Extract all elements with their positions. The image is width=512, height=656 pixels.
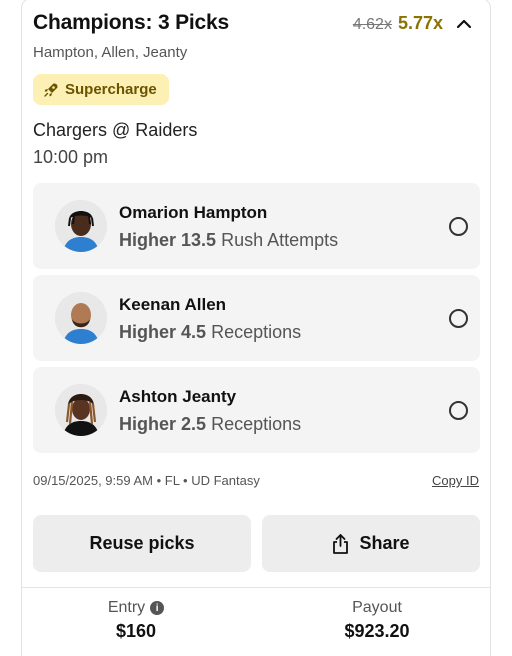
supercharge-badge: Supercharge bbox=[33, 74, 169, 105]
card-header[interactable]: Champions: 3 Picks 4.62x 5.77x bbox=[33, 11, 479, 41]
pick-value: 2.5 bbox=[181, 414, 207, 434]
entry-label-row: Entry i bbox=[36, 599, 236, 617]
rocket-icon bbox=[44, 83, 58, 97]
reuse-picks-button[interactable]: Reuse picks bbox=[33, 515, 251, 572]
chevron-up-icon[interactable] bbox=[455, 15, 473, 33]
pick-status-radio[interactable] bbox=[449, 217, 468, 236]
player-headshot-icon bbox=[55, 292, 107, 344]
payout-label: Payout bbox=[352, 599, 402, 616]
player-headshot-icon bbox=[55, 200, 107, 252]
payout-label-row: Payout bbox=[277, 599, 477, 617]
pick-line: Higher 4.5 Receptions bbox=[119, 322, 301, 343]
reuse-picks-label: Reuse picks bbox=[89, 533, 195, 553]
pick-direction: Higher bbox=[119, 414, 177, 434]
player-name: Omarion Hampton bbox=[119, 203, 268, 222]
pick-direction: Higher bbox=[119, 230, 177, 250]
entry-summary: Entry i $160 bbox=[36, 599, 236, 642]
share-label: Share bbox=[359, 533, 410, 553]
pick-direction: Higher bbox=[119, 322, 177, 342]
original-multiplier: 4.62x bbox=[352, 16, 392, 33]
entry-meta: 09/15/2025, 9:59 AM • FL • UD Fantasy bbox=[33, 473, 260, 488]
multiplier: 4.62x 5.77x bbox=[353, 13, 443, 34]
pick-stat: Rush Attempts bbox=[221, 230, 339, 250]
footer-divider bbox=[22, 587, 490, 588]
payout-summary: Payout $923.20 bbox=[277, 599, 477, 642]
pick-value: 13.5 bbox=[181, 230, 217, 250]
boosted-multiplier: 5.77x bbox=[397, 13, 443, 33]
share-button[interactable]: Share bbox=[262, 515, 480, 572]
entry-card: Champions: 3 Picks 4.62x 5.77x Hampton, … bbox=[21, 0, 491, 656]
pick-row[interactable]: Keenan Allen Higher 4.5 Receptions bbox=[33, 275, 480, 361]
pick-line: Higher 13.5 Rush Attempts bbox=[119, 230, 338, 251]
pick-row[interactable]: Ashton Jeanty Higher 2.5 Receptions bbox=[33, 367, 480, 453]
entry-label: Entry bbox=[107, 599, 146, 616]
entry-title: Champions: 3 Picks bbox=[33, 11, 229, 34]
payout-amount: $923.20 bbox=[344, 621, 410, 641]
badge-label: Supercharge bbox=[65, 81, 157, 98]
pick-status-radio[interactable] bbox=[449, 401, 468, 420]
pick-stat: Receptions bbox=[211, 322, 302, 342]
info-icon[interactable]: i bbox=[150, 601, 165, 615]
player-headshot-icon bbox=[55, 384, 107, 436]
pick-row[interactable]: Omarion Hampton Higher 13.5 Rush Attempt… bbox=[33, 183, 480, 269]
pick-stat: Receptions bbox=[211, 414, 302, 434]
pick-status-radio[interactable] bbox=[449, 309, 468, 328]
players-summary: Hampton, Allen, Jeanty bbox=[33, 44, 188, 61]
pick-value: 4.5 bbox=[181, 322, 207, 342]
entry-amount: $160 bbox=[115, 621, 157, 641]
player-name: Ashton Jeanty bbox=[119, 387, 237, 406]
player-name: Keenan Allen bbox=[119, 295, 227, 314]
pick-line: Higher 2.5 Receptions bbox=[119, 414, 301, 435]
game-time: 10:00 pm bbox=[33, 147, 109, 167]
game-matchup: Chargers @ Raiders bbox=[33, 120, 198, 140]
share-icon bbox=[333, 533, 349, 554]
copy-id-link[interactable]: Copy ID bbox=[432, 473, 479, 488]
